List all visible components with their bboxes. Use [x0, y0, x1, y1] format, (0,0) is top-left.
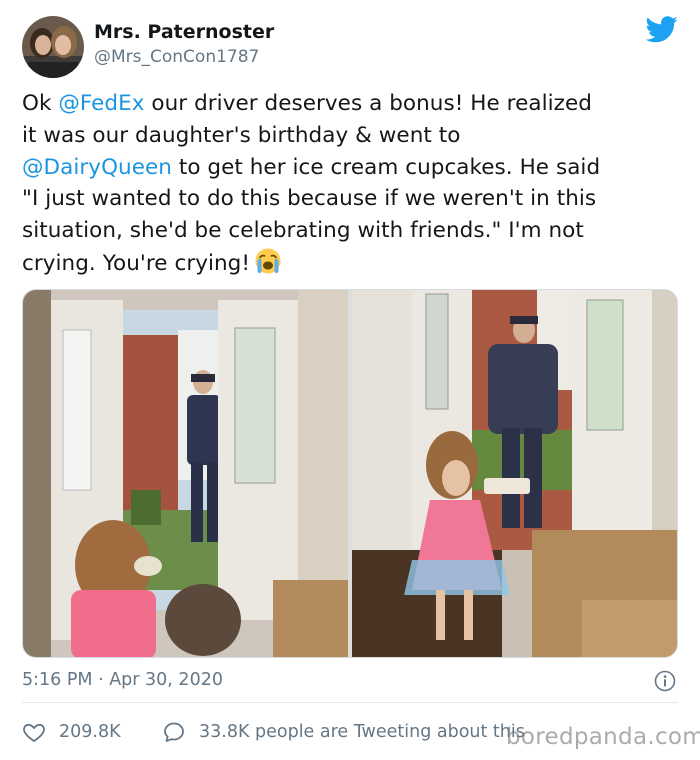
tweet-header: Mrs. Paternoster @Mrs_ConCon1787	[22, 16, 682, 78]
tweet-text-segment: crying. You're crying!	[22, 250, 251, 276]
info-icon[interactable]	[654, 670, 676, 692]
tweet-text: Ok @FedEx our driver deserves a bonus! H…	[22, 88, 682, 280]
tweet-line-5: situation, she'd be celebrating with fri…	[22, 218, 584, 244]
tweet-line-3: @DairyQueen to get her ice cream cupcake…	[22, 152, 682, 184]
user-info: Mrs. Paternoster @Mrs_ConCon1787	[94, 20, 274, 70]
speech-bubble-icon	[164, 722, 184, 742]
tweet-line-2: it was our daughter's birthday & went to	[22, 122, 461, 148]
tweet-line-4: "I just wanted to do this because if we …	[22, 186, 597, 212]
tweet-line-6: crying. You're crying!	[22, 247, 682, 280]
divider	[22, 702, 678, 703]
tweet-text-segment: our driver deserves a bonus! He realized	[144, 91, 592, 116]
like-button[interactable]: 209.8K	[22, 718, 121, 746]
avatar[interactable]	[22, 16, 84, 78]
tweeting-about-link[interactable]: 33.8K people are Tweeting about this	[162, 718, 525, 746]
tweet-text-segment: Ok	[22, 91, 59, 116]
tweet-timestamp[interactable]: 5:16 PM · Apr 30, 2020	[22, 667, 223, 693]
tweet-line-1: Ok @FedEx our driver deserves a bonus! H…	[22, 88, 682, 120]
mention-fedex-link[interactable]: @FedEx	[58, 91, 144, 116]
photo-fedex-driver-doorway[interactable]	[23, 290, 348, 657]
like-count: 209.8K	[59, 722, 121, 742]
mention-dairyqueen-link[interactable]: @DairyQueen	[22, 155, 172, 180]
twitter-bird-icon[interactable]	[645, 16, 678, 44]
display-name[interactable]: Mrs. Paternoster	[94, 20, 274, 44]
photo-girl-with-cupcakes[interactable]	[352, 290, 677, 657]
tweet-media[interactable]	[22, 289, 678, 658]
user-handle[interactable]: @Mrs_ConCon1787	[94, 44, 274, 70]
heart-icon	[23, 723, 45, 742]
boredpanda-watermark: boredpanda.com	[506, 724, 700, 750]
tweeting-about-text: 33.8K people are Tweeting about this	[199, 722, 525, 742]
loudly-crying-face-emoji-icon	[254, 247, 282, 275]
tweet-text-segment: to get her ice cream cupcakes. He said	[171, 154, 601, 180]
